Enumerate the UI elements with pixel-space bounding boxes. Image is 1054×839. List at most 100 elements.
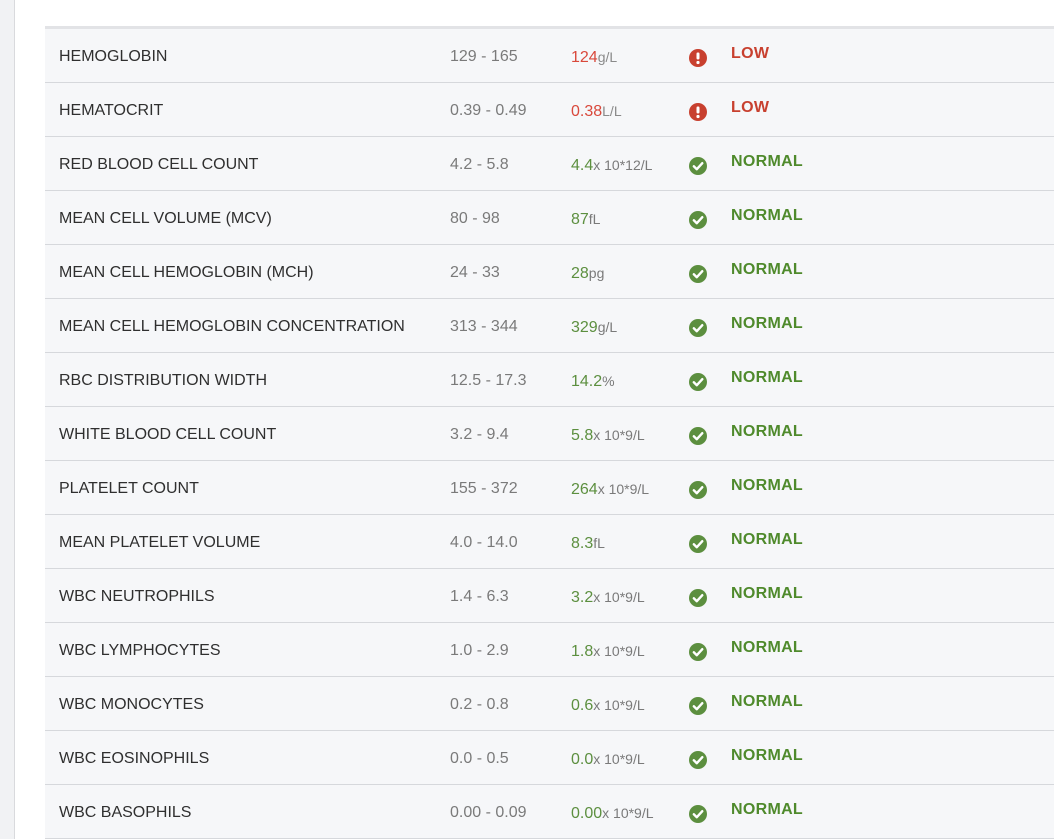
reference-range: 0.39 - 0.49	[450, 102, 527, 119]
result-unit: x 10*9/L	[597, 481, 650, 497]
table-row: MEAN CELL HEMOGLOBIN CONCENTRATION 313 - …	[45, 299, 1054, 353]
check-icon	[689, 427, 707, 445]
reference-range: 0.2 - 0.8	[450, 696, 509, 713]
table-row: WBC BASOPHILS 0.00 - 0.09 0.00x 10*9/L NORM…	[45, 785, 1054, 839]
result-number: 264	[571, 481, 598, 498]
reference-range: 4.0 - 14.0	[450, 534, 518, 551]
result-unit: x 10*9/L	[593, 751, 645, 767]
check-icon	[689, 319, 707, 337]
result-number: 28	[571, 265, 589, 282]
alert-icon	[689, 103, 707, 121]
result-value: 28pg	[571, 263, 604, 284]
status-badge: LOW	[731, 99, 770, 116]
test-name: MEAN CELL HEMOGLOBIN (MCH)	[59, 264, 314, 281]
lab-results-table: HEMOGLOBIN 129 - 165 124g/L LOW HEMATOCRIT 0.…	[45, 26, 1054, 839]
reference-range: 3.2 - 9.4	[450, 426, 509, 443]
result-number: 0.6	[571, 697, 594, 714]
status-badge: NORMAL	[731, 639, 804, 656]
table-row: WBC EOSINOPHILS 0.0 - 0.5 0.0x 10*9/L NORMA…	[45, 731, 1054, 785]
table-row: WBC NEUTROPHILS 1.4 - 6.3 3.2x 10*9/L NORMA…	[45, 569, 1054, 623]
result-value: 0.0x 10*9/L	[571, 749, 645, 770]
status-badge: NORMAL	[731, 153, 804, 170]
result-value: 87fL	[571, 209, 600, 230]
status-badge: LOW	[731, 45, 770, 62]
test-name: HEMATOCRIT	[59, 102, 164, 119]
result-unit: x 10*9/L	[602, 805, 654, 821]
status-badge: NORMAL	[731, 693, 804, 710]
reference-range: 0.0 - 0.5	[450, 750, 509, 767]
reference-range: 80 - 98	[450, 210, 500, 227]
check-icon	[689, 535, 707, 553]
result-unit: x 10*9/L	[593, 697, 645, 713]
status-badge: NORMAL	[731, 369, 804, 386]
reference-range: 129 - 165	[450, 48, 518, 65]
test-name: MEAN CELL HEMOGLOBIN CONCENTRATION	[59, 318, 405, 335]
result-unit: x 10*9/L	[593, 643, 645, 659]
test-name: WBC NEUTROPHILS	[59, 588, 215, 605]
result-value: 4.4x 10*12/L	[571, 155, 652, 176]
result-unit: pg	[588, 265, 605, 281]
table-row: HEMOGLOBIN 129 - 165 124g/L LOW	[45, 29, 1054, 83]
result-value: 8.3fL	[571, 533, 605, 554]
check-icon	[689, 373, 707, 391]
result-number: 0.38	[571, 103, 603, 120]
result-value: 0.6x 10*9/L	[571, 695, 645, 716]
alert-icon	[689, 49, 707, 67]
result-number: 8.3	[571, 535, 594, 552]
status-badge: NORMAL	[731, 801, 804, 818]
reference-range: 4.2 - 5.8	[450, 156, 509, 173]
result-value: 264x 10*9/L	[571, 479, 649, 500]
table-row: RED BLOOD CELL COUNT 4.2 - 5.8 4.4x 10*12/…	[45, 137, 1054, 191]
result-value: 3.2x 10*9/L	[571, 587, 645, 608]
result-value: 0.00x 10*9/L	[571, 803, 654, 824]
result-number: 0.0	[571, 751, 594, 768]
reference-range: 155 - 372	[450, 480, 518, 497]
check-icon	[689, 481, 707, 499]
test-name: WHITE BLOOD CELL COUNT	[59, 426, 277, 443]
result-unit: x 10*9/L	[593, 589, 645, 605]
status-badge: NORMAL	[731, 423, 804, 440]
table-row: WBC MONOCYTES 0.2 - 0.8 0.6x 10*9/L NORMAL	[45, 677, 1054, 731]
test-name: MEAN CELL VOLUME (MCV)	[59, 210, 272, 227]
result-number: 4.4	[571, 157, 594, 174]
table-row: MEAN PLATELET VOLUME 4.0 - 14.0 8.3fL NORMA…	[45, 515, 1054, 569]
result-value: 5.8x 10*9/L	[571, 425, 645, 446]
reference-range: 0.00 - 0.09	[450, 804, 527, 821]
check-icon	[689, 643, 707, 661]
status-badge: NORMAL	[731, 585, 804, 602]
reference-range: 1.0 - 2.9	[450, 642, 509, 659]
test-name: RBC DISTRIBUTION WIDTH	[59, 372, 267, 389]
test-name: WBC EOSINOPHILS	[59, 750, 210, 767]
test-name: HEMOGLOBIN	[59, 48, 168, 65]
result-unit: %	[602, 373, 615, 389]
table-row: WBC LYMPHOCYTES 1.0 - 2.9 1.8x 10*9/L NORMA…	[45, 623, 1054, 677]
result-value: 124g/L	[571, 47, 617, 68]
result-number: 124	[571, 49, 598, 66]
status-badge: NORMAL	[731, 747, 804, 764]
test-name: WBC LYMPHOCYTES	[59, 642, 221, 659]
check-icon	[689, 211, 707, 229]
result-unit: g/L	[597, 319, 618, 335]
check-icon	[689, 265, 707, 283]
result-unit: fL	[588, 211, 601, 227]
table-row: WHITE BLOOD CELL COUNT 3.2 - 9.4 5.8x 10*9…	[45, 407, 1054, 461]
test-name: WBC BASOPHILS	[59, 804, 192, 821]
result-unit: L/L	[602, 103, 622, 119]
result-value: 1.8x 10*9/L	[571, 641, 645, 662]
result-value: 0.38L/L	[571, 101, 622, 122]
result-number: 87	[571, 211, 589, 228]
result-value: 329g/L	[571, 317, 617, 338]
result-unit: fL	[593, 535, 605, 551]
result-number: 0.00	[571, 805, 603, 822]
test-name: WBC MONOCYTES	[59, 696, 204, 713]
table-row: RBC DISTRIBUTION WIDTH 12.5 - 17.3 14.2% NO…	[45, 353, 1054, 407]
test-name: PLATELET COUNT	[59, 480, 199, 497]
test-name: RED BLOOD CELL COUNT	[59, 156, 259, 173]
reference-range: 313 - 344	[450, 318, 518, 335]
table-row: MEAN CELL VOLUME (MCV) 80 - 98 87fL NORMAL	[45, 191, 1054, 245]
result-unit: x 10*9/L	[593, 427, 645, 443]
test-name: MEAN PLATELET VOLUME	[59, 534, 261, 551]
check-icon	[689, 751, 707, 769]
result-number: 5.8	[571, 427, 594, 444]
reference-range: 12.5 - 17.3	[450, 372, 527, 389]
